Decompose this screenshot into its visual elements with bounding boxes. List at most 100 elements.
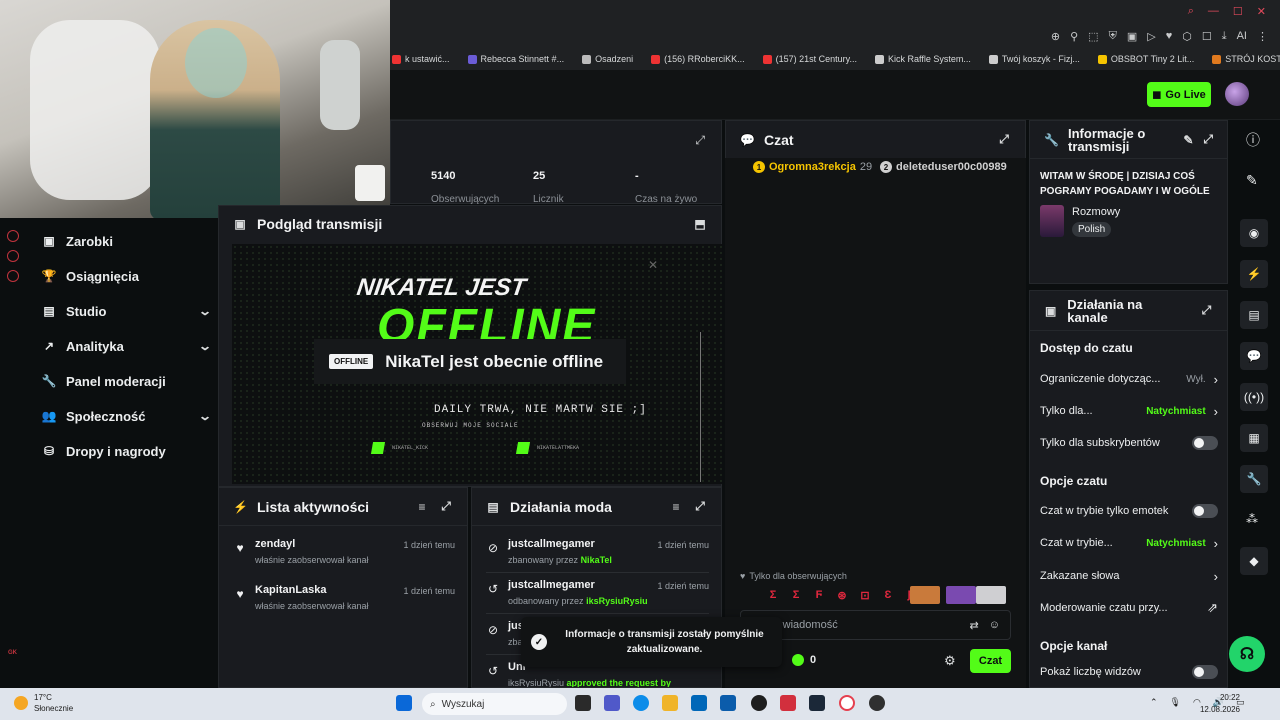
clock[interactable]: 20:22 12.08.2026: [1200, 692, 1240, 716]
camera-icon[interactable]: ◉: [1240, 219, 1268, 247]
start-icon[interactable]: [396, 695, 412, 711]
pinned-user[interactable]: 1 Ogromna3rekcja 29: [753, 161, 872, 173]
avatar[interactable]: [1225, 82, 1249, 106]
chevron-down-icon[interactable]: ⌄: [198, 339, 212, 353]
channel-setting-row[interactable]: Czat w trybie tylko emotek: [1040, 501, 1218, 521]
go-live-button[interactable]: ◼ Go Live: [1147, 82, 1211, 107]
close-icon[interactable]: ✕: [1257, 5, 1266, 18]
edit-icon[interactable]: ✎: [1183, 133, 1193, 147]
close-icon[interactable]: ✕: [648, 258, 658, 272]
channel-setting-row[interactable]: Tylko dla subskrybentów: [1040, 433, 1218, 453]
explorer-icon[interactable]: [662, 695, 678, 711]
sidebar-item-spo-eczno-[interactable]: 👥 Społeczność ⌄: [42, 405, 212, 427]
app-icon[interactable]: [751, 695, 767, 711]
bookmark-item[interactable]: Twój koszyk - Fizj...: [988, 54, 1080, 64]
broadcast-icon[interactable]: ((•)): [1240, 383, 1268, 411]
expand-icon[interactable]: ⤢: [439, 499, 453, 514]
pinned-user[interactable]: 2 deleteduser00c00989: [880, 161, 1007, 173]
layout-icon[interactable]: ▦: [1240, 424, 1268, 452]
chevron-down-icon[interactable]: ⌄: [198, 409, 212, 423]
app-icon[interactable]: [780, 695, 796, 711]
channel-setting-row[interactable]: Tylko dla... Natychmiast ›: [1040, 401, 1218, 421]
emote-icon[interactable]: Ɛ: [881, 588, 895, 602]
screenshot-icon[interactable]: ⬚: [1088, 30, 1098, 43]
list-item[interactable]: ↺ justcallmegamer odbanowany przez iksRysi…: [486, 577, 709, 611]
chat-settings-icon[interactable]: ⚙: [944, 653, 956, 669]
sidebar-item-osi-gni-cia[interactable]: 🏆 Osiągnięcia: [42, 265, 210, 287]
help-button[interactable]: ☊: [1229, 636, 1265, 672]
outlook-icon[interactable]: [720, 695, 736, 711]
chevron-right-icon[interactable]: ›: [1214, 372, 1218, 387]
sidebar-item-panel-moderacji[interactable]: 🔧 Panel moderacji: [42, 370, 210, 392]
taskbar-search[interactable]: ⌕ Wyszukaj: [422, 693, 567, 715]
show-viewers-row[interactable]: Pokaż liczbę widzów: [1040, 665, 1218, 679]
emote-icon[interactable]: [910, 586, 940, 604]
chevron-right-icon[interactable]: ›: [1214, 536, 1218, 551]
bookmark-item[interactable]: STRÓJ KOSTIUM...: [1212, 54, 1280, 64]
bookmark-icon[interactable]: ☐: [1202, 30, 1212, 43]
heart-icon[interactable]: ♥: [1166, 30, 1173, 43]
minimize-icon[interactable]: —: [1208, 5, 1219, 18]
extension-icon[interactable]: ▣: [1127, 30, 1137, 43]
pin-icon[interactable]: ⚲: [1070, 30, 1078, 43]
bookmark-item[interactable]: Osadzeni: [582, 54, 633, 64]
maximize-icon[interactable]: ☐: [1233, 5, 1243, 18]
emote-icon[interactable]: Σ: [766, 588, 780, 602]
external-link-icon[interactable]: ⇗: [1207, 600, 1218, 616]
channel-setting-row[interactable]: Moderowanie czatu przy... ⇗: [1040, 598, 1218, 618]
bookmark-item[interactable]: Kick Raffle System...: [875, 54, 971, 64]
channel-setting-row[interactable]: Ograniczenie dotycząc... Wył. ›: [1040, 369, 1218, 389]
search-icon[interactable]: ⌕: [1188, 5, 1194, 18]
sidebar-item-analityka[interactable]: ↗ Analityka ⌄: [42, 335, 212, 357]
info-icon[interactable]: ⓘ: [1246, 130, 1260, 150]
emote-icon[interactable]: ⊛: [835, 588, 849, 602]
filter-icon[interactable]: ≡: [415, 500, 429, 514]
teams-icon[interactable]: [604, 695, 620, 711]
translate-icon[interactable]: ⇄: [970, 619, 979, 632]
emoji-icon[interactable]: ☺: [989, 619, 1000, 631]
bookmark-item[interactable]: Rebecca Stinnett #...: [467, 54, 564, 64]
list-item[interactable]: ♥ zendayl właśnie zaobserwował kanał 1 dzie…: [233, 536, 455, 570]
preview-video[interactable]: NIKATEL JEST OFFLINE OFFLINE NikaTel jes…: [232, 244, 722, 484]
download-icon[interactable]: ⤓: [1222, 30, 1227, 43]
play-icon[interactable]: ▷: [1147, 30, 1155, 43]
channel-setting-row[interactable]: Czat w trybie... Natychmiast ›: [1040, 533, 1218, 553]
puzzle-icon[interactable]: ⬡: [1182, 30, 1192, 43]
task-view-icon[interactable]: [575, 695, 591, 711]
emote-icon[interactable]: ⊡: [858, 588, 872, 602]
bookmark-item[interactable]: (157) 21st Century...: [762, 54, 857, 64]
list-item[interactable]: ♥ KapitanLaska właśnie zaobserwował kanał 1…: [233, 582, 455, 616]
menu-icon[interactable]: ⋮: [1257, 30, 1268, 43]
expand-icon[interactable]: ⤢: [693, 499, 707, 514]
sidebar-item-studio[interactable]: ▤ Studio ⌄: [42, 300, 212, 322]
opera-icon[interactable]: [839, 695, 855, 711]
edit-icon[interactable]: ✎: [1246, 172, 1258, 189]
obs-icon[interactable]: [869, 695, 885, 711]
sidebar-item-zarobki[interactable]: ▣ Zarobki: [42, 230, 210, 252]
chevron-right-icon[interactable]: ›: [1214, 569, 1218, 584]
ai-button[interactable]: AI: [1237, 30, 1247, 43]
chat-icon[interactable]: 💬: [1240, 342, 1268, 370]
edge-icon[interactable]: [633, 695, 649, 711]
store-icon[interactable]: [691, 695, 707, 711]
channel-setting-row[interactable]: Zakazane słowa ›: [1040, 566, 1218, 586]
list-item[interactable]: ⊘ justcallmegamer zbanowany przez NikaTel 1…: [486, 536, 709, 570]
bookmark-item[interactable]: k ustawić...: [392, 54, 450, 64]
nodes-icon[interactable]: ⁂: [1246, 512, 1258, 526]
weather-widget[interactable]: 17°C Słonecznie: [14, 692, 73, 714]
shield-icon[interactable]: ⛨: [1109, 30, 1117, 43]
channel-points[interactable]: 0: [792, 654, 816, 666]
sidebar-item-dropy-i-nagrody[interactable]: ⛁ Dropy i nagrody: [42, 440, 210, 462]
chat-send-button[interactable]: Czat: [970, 649, 1011, 673]
toggle-switch[interactable]: [1192, 504, 1218, 518]
wrench-icon[interactable]: 🔧: [1240, 465, 1268, 493]
emote-icon[interactable]: [976, 586, 1006, 604]
popout-icon[interactable]: ⬒: [693, 217, 707, 231]
chevron-right-icon[interactable]: ›: [1214, 404, 1218, 419]
steam-icon[interactable]: [809, 695, 825, 711]
chat-messages[interactable]: [725, 158, 1026, 688]
bolt-icon[interactable]: ⚡: [1240, 260, 1268, 288]
toggle-switch[interactable]: [1192, 436, 1218, 450]
expand-icon[interactable]: ⤢: [1200, 303, 1213, 318]
expand-icon[interactable]: ⤢: [1203, 132, 1213, 147]
